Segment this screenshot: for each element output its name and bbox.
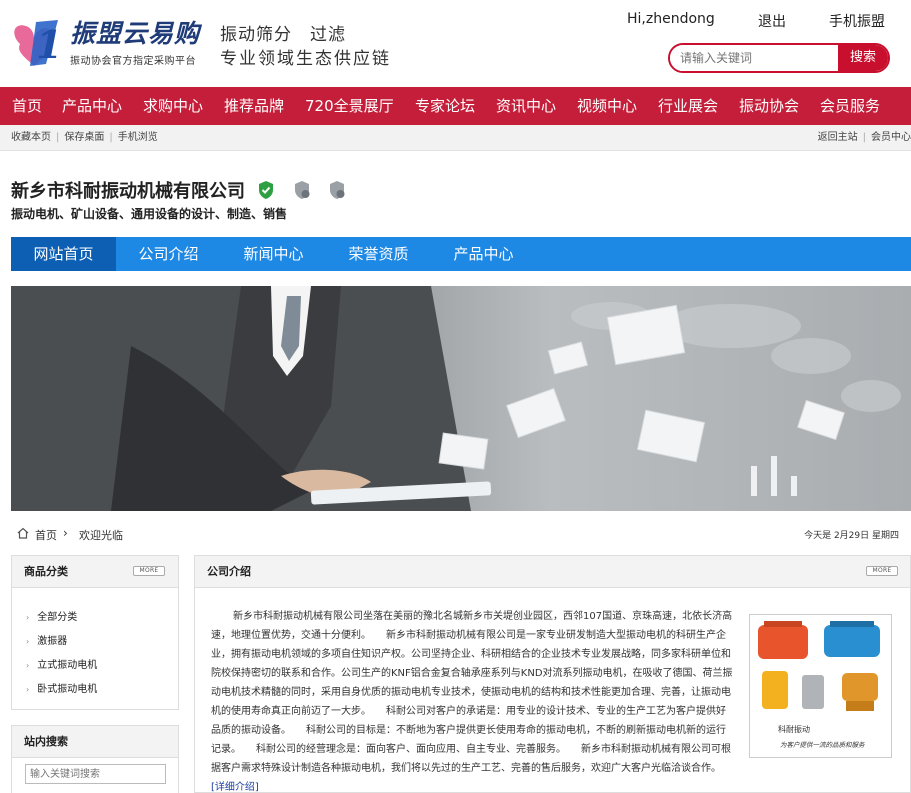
home-icon <box>17 527 29 539</box>
user-greeting[interactable]: Hi,zhendong <box>627 11 715 27</box>
nav-item-news[interactable]: 资讯中心 <box>496 87 556 125</box>
product-image[interactable]: 科耐振动 为客户提供一流的品质和服务 <box>749 614 892 758</box>
verified-shield-icon <box>259 181 273 199</box>
nav-item-forum[interactable]: 专家论坛 <box>415 87 475 125</box>
chevron-right-icon: › <box>63 526 68 540</box>
cnav-item-home[interactable]: 网站首页 <box>11 237 116 271</box>
arrow-right-icon: › <box>26 661 30 670</box>
back-main-link[interactable]: 返回主站 <box>818 132 858 143</box>
breadcrumb-current: 欢迎光临 <box>79 529 123 542</box>
category-item[interactable]: › 卧式振动电机 <box>26 680 97 695</box>
image-caption-1: 科耐振动 <box>778 724 810 734</box>
category-more-button[interactable]: MORE <box>133 566 165 576</box>
category-item[interactable]: › 激振器 <box>26 632 67 647</box>
save-desktop-link[interactable]: 保存桌面 <box>64 132 104 143</box>
logo-subtitle: 振动协会官方指定采购平台 <box>70 56 196 67</box>
category-item[interactable]: › 立式振动电机 <box>26 656 97 671</box>
intro-more-button[interactable]: MORE <box>866 566 898 576</box>
site-search-input[interactable] <box>25 764 166 784</box>
logout-link[interactable]: 退出 <box>758 11 786 31</box>
company-description: 振动电机、矿山设备、通用设备的设计、制造、销售 <box>11 207 288 221</box>
nav-item-brands[interactable]: 推荐品牌 <box>224 87 284 125</box>
search-button[interactable]: 搜索 <box>838 45 888 71</box>
intro-title: 公司介绍 <box>207 565 251 578</box>
nav-item-member[interactable]: 会员服务 <box>820 87 880 125</box>
breadcrumb-home[interactable]: 首页 <box>35 527 57 543</box>
company-name: 新乡市科耐振动机械有限公司 <box>11 181 245 202</box>
cnav-item-news[interactable]: 新闻中心 <box>221 237 326 271</box>
guarantee-shield-icon <box>330 181 345 199</box>
nav-item-video[interactable]: 视频中心 <box>577 87 637 125</box>
search-input[interactable] <box>670 45 840 71</box>
vibration-motor-image: 科耐振动 为客户提供一流的品质和服务 <box>758 621 880 749</box>
company-intro-panel: 公司介绍 MORE 新乡市科耐振动机械有限公司坐落在美丽的豫北名城新乡市关堤创业… <box>194 555 911 793</box>
mobile-view-link[interactable]: 手机浏览 <box>118 132 158 143</box>
sub-toolbar: 收藏本页 | 保存桌面 | 手机浏览 返回主站 | 会员中心 <box>0 125 911 151</box>
cnav-item-about[interactable]: 公司介绍 <box>116 237 221 271</box>
site-search-box: 站内搜索 <box>11 725 179 793</box>
today-date: 今天是 2月29日 星期四 <box>804 531 899 541</box>
arrow-right-icon: › <box>26 637 30 646</box>
nav-item-association[interactable]: 振动协会 <box>739 87 799 125</box>
category-item[interactable]: › 全部分类 <box>26 608 77 623</box>
intro-text: 新乡市科耐振动机械有限公司坐落在美丽的豫北名城新乡市关堤创业园区，西邻107国道… <box>211 611 733 793</box>
category-box: 商品分类 MORE › 全部分类 › 激振器 › 立式振动电机 › 卧式振动电机 <box>11 555 179 710</box>
nav-item-expo[interactable]: 行业展会 <box>658 87 718 125</box>
detail-link[interactable]: [详细介绍] <box>211 782 259 792</box>
company-nav: 网站首页 公司介绍 新闻中心 荣誉资质 产品中心 <box>11 237 911 271</box>
breadcrumb: 首页 › 欢迎光临 今天是 2月29日 星期四 <box>11 526 911 544</box>
category-title: 商品分类 <box>24 565 68 578</box>
arrow-right-icon: › <box>26 613 30 622</box>
cnav-item-honors[interactable]: 荣誉资质 <box>326 237 431 271</box>
member-center-link[interactable]: 会员中心 <box>871 132 911 143</box>
nav-item-products[interactable]: 产品中心 <box>62 87 122 125</box>
main-nav: 首页 产品中心 求购中心 推荐品牌 720全景展厅 专家论坛 资讯中心 视频中心… <box>0 87 911 125</box>
site-header: 1 振盟云易购 振动协会官方指定采购平台 振动筛分 过滤 专业领域生态供应链 H… <box>0 0 911 87</box>
arrow-right-icon: › <box>26 685 30 694</box>
slogan-line2: 专业领域生态供应链 <box>220 49 391 69</box>
mobile-link[interactable]: 手机振盟 <box>829 11 885 31</box>
search-bar: 搜索 <box>668 43 890 73</box>
nav-item-720[interactable]: 720全景展厅 <box>305 87 394 125</box>
certified-shield-icon <box>295 181 310 199</box>
site-search-title: 站内搜索 <box>24 735 68 748</box>
hero-banner <box>11 286 911 511</box>
cnav-item-products[interactable]: 产品中心 <box>431 237 536 271</box>
nav-item-home[interactable]: 首页 <box>12 87 42 125</box>
bookmark-link[interactable]: 收藏本页 <box>11 132 51 143</box>
nav-item-purchase[interactable]: 求购中心 <box>143 87 203 125</box>
banner-illustration <box>11 286 901 511</box>
image-caption-2: 为客户提供一流的品质和服务 <box>780 741 865 749</box>
